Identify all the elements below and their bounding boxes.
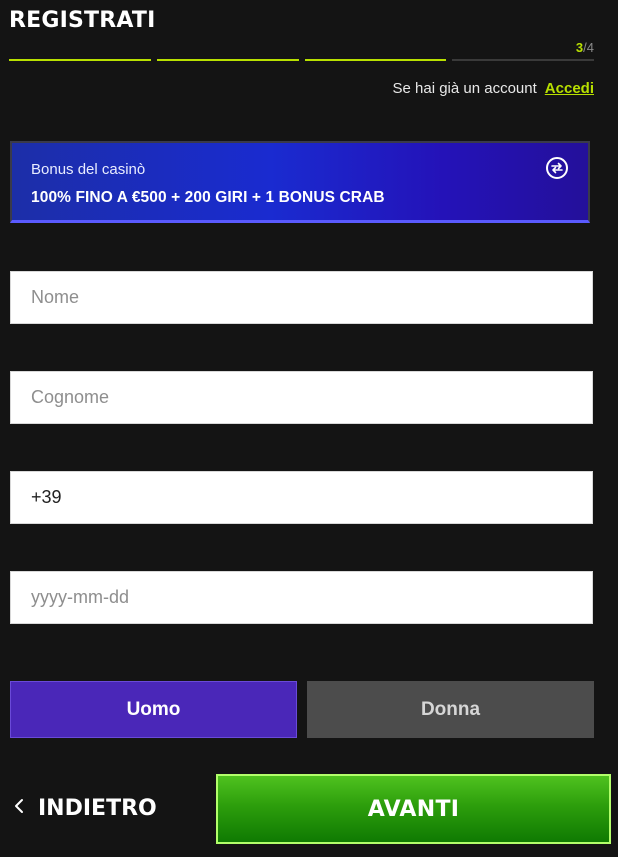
phone-input[interactable] [11,472,592,523]
bonus-label: Bonus del casinò [31,161,146,178]
progress-segment [9,59,151,61]
swap-circle-icon[interactable] [546,157,568,179]
first-name-field [10,271,593,324]
login-link[interactable]: Accedi [545,80,594,97]
gender-female-button[interactable]: Donna [307,681,594,738]
login-prompt: Se hai già un account Accedi [393,80,594,97]
login-question: Se hai già un account [392,80,537,97]
bonus-banner: Bonus del casinò 100% FINO A €500 + 200 … [10,141,590,223]
progress-bar [9,59,594,61]
birthdate-field [10,571,593,624]
chevron-left-icon [14,797,24,820]
last-name-input[interactable] [11,372,592,423]
gender-male-button[interactable]: Uomo [10,681,297,738]
bonus-headline: 100% FINO A €500 + 200 GIRI + 1 BONUS CR… [31,189,385,206]
step-counter: 3/4 [576,40,594,55]
progress-segment [156,59,299,61]
next-label: AVANTI [367,796,460,822]
phone-field [10,471,593,524]
last-name-field [10,371,593,424]
progress-segment [304,59,447,61]
page-title: REGISTRATI [9,8,156,33]
progress-segment [452,59,594,61]
step-total: 4 [586,40,594,55]
back-label: INDIETRO [38,795,157,821]
next-button[interactable]: AVANTI [216,774,611,844]
birthdate-input[interactable] [11,572,592,623]
first-name-input[interactable] [11,272,592,323]
back-button[interactable]: INDIETRO [14,790,157,826]
